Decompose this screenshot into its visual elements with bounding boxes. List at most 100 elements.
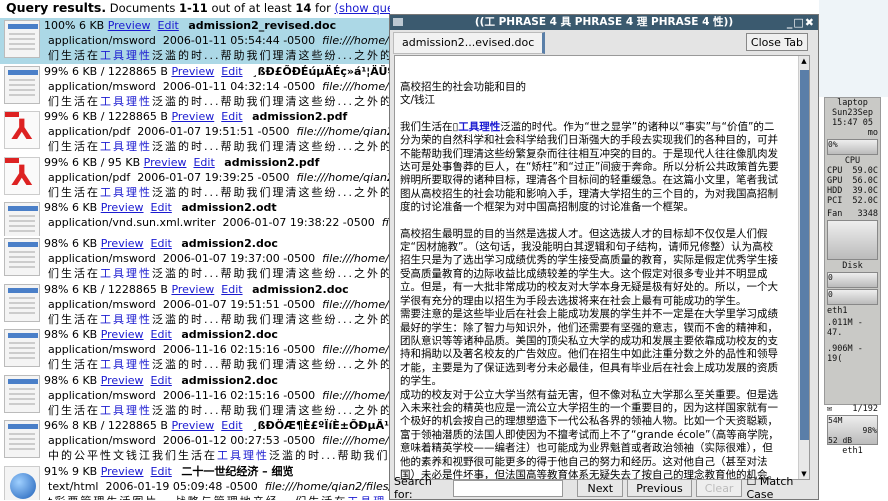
result-url: file:///home/qian2/fi xyxy=(296,170,390,184)
disk-graph: 0 xyxy=(827,289,878,305)
preview-link[interactable]: Preview xyxy=(101,237,144,250)
edit-link[interactable]: Edit xyxy=(151,201,172,214)
tab-bar: admission2...evised.doc Close Tab xyxy=(390,30,818,54)
result-snippet: 们生活在工具理性泛滥的时...帮助我们理清这些纷...之外的 xyxy=(48,140,390,153)
desktop-background xyxy=(819,0,888,97)
edit-link[interactable]: Edit xyxy=(221,110,242,123)
previous-button[interactable]: Previous xyxy=(627,479,692,497)
preview-window: ((工 PHRASE 4 具 PHRASE 4 理 PHRASE 4 性)) _… xyxy=(389,14,819,501)
result-row[interactable]: 98% 6 KB / 1228865 B Preview Edit admiss… xyxy=(0,282,390,328)
preview-link[interactable]: Preview xyxy=(101,328,144,341)
result-url: file:///home/qia xyxy=(322,252,390,265)
document-file-icon xyxy=(4,238,40,276)
result-title: 二十一世纪经济 – 细览 xyxy=(181,464,294,478)
preview-link[interactable]: Preview xyxy=(144,156,187,169)
edit-link[interactable]: Edit xyxy=(221,419,242,432)
fan-graph xyxy=(827,220,878,260)
results-list: Query results. Documents 1-11 out of at … xyxy=(0,0,390,500)
pdf-file-icon: ⅄ xyxy=(4,156,40,195)
vertical-scrollbar[interactable]: ▲ ▼ xyxy=(798,56,809,479)
paragraph: 成功的校友对于公立大学当然有益无害，但不像对私立大学那么至关重要。但是选入未来社… xyxy=(400,388,779,480)
cpu-graph: 0% xyxy=(827,139,878,155)
result-snippet: t彩票管理生活图片...战略与管理地产经...们生活在工具理 xyxy=(44,494,390,501)
close-tab-button[interactable]: Close Tab xyxy=(745,33,808,51)
title-bar[interactable]: ((工 PHRASE 4 具 PHRASE 4 理 PHRASE 4 性)) _… xyxy=(390,15,818,30)
results-title: Query results. xyxy=(6,0,107,15)
preview-link[interactable]: Preview xyxy=(108,19,151,32)
scroll-up-icon[interactable]: ▲ xyxy=(799,57,809,65)
result-snippet: 们生活在工具理性泛滥的时...帮助我们理清这些纷...之外的 xyxy=(48,49,390,62)
result-row[interactable]: 99% 6 KB / 1228865 B Preview Edit ¸ßÐ£ÕÐ… xyxy=(0,64,390,110)
document-file-icon xyxy=(4,20,40,58)
tab-document[interactable]: admission2...evised.doc xyxy=(393,32,546,54)
edit-link[interactable]: Edit xyxy=(151,237,172,250)
result-title: admission2.pdf xyxy=(252,110,348,123)
result-snippet: 们生活在工具理性泛滥的时...帮助我们理清这些纷...之外的 xyxy=(48,312,390,326)
result-title: admission2.doc xyxy=(181,328,278,341)
document-file-icon xyxy=(4,374,40,413)
result-row[interactable]: ⅄ 99% 6 KB / 95 KB Preview Edit admission… xyxy=(0,155,390,201)
result-title: ¸ßÐ£ÕÐÉúµÄÉç»á¹¦ÄÜºÍÄ¿ xyxy=(252,64,390,78)
pdf-file-icon: ⅄ xyxy=(4,111,40,149)
result-row[interactable]: 96% 8 KB / 1228865 B Preview Edit ¸ßÐÖÆ¶… xyxy=(0,418,390,464)
match-case-checkbox[interactable]: ☐ Match Case xyxy=(746,475,818,501)
paragraph: 需要注意的是这些毕业后在社会上能成功发展的学生并不一定是在大学里学习成绩最好的学… xyxy=(400,308,778,388)
search-label: Search for: xyxy=(394,475,432,501)
system-monitor: laptop Sun23Sep 15:47 05 mo 0% CPU CPU 59… xyxy=(824,97,881,456)
window-controls[interactable]: _□✖ xyxy=(787,15,815,30)
result-snippet: 中的公平性文钱江我们生活在工具理性泛滥的时...帮助我们 xyxy=(48,449,390,462)
temp-sensor: HDD 39.0C xyxy=(827,186,878,196)
preview-link[interactable]: Preview xyxy=(101,465,144,478)
result-title: admission2.odt xyxy=(181,201,277,214)
edit-link[interactable]: Edit xyxy=(221,65,242,78)
result-row[interactable]: 98% 6 KB Preview Edit admission2.odt appl… xyxy=(0,200,390,236)
disk-graph: 0 xyxy=(827,272,878,288)
result-row[interactable]: ⅄ 99% 6 KB / 1228865 B Preview Edit admis… xyxy=(0,109,390,155)
document-text-area[interactable]: 高校招生的社会功能和目的 文/钱江 我们生活在▯工具理性泛滥的时代。作为“世之显… xyxy=(394,55,810,480)
scrollbar-thumb[interactable] xyxy=(800,70,809,440)
search-input[interactable] xyxy=(453,479,564,497)
result-title: admission2.doc xyxy=(252,282,349,296)
preview-link[interactable]: Preview xyxy=(171,65,214,78)
temp-sensor: CPU 59.0C xyxy=(827,166,878,176)
result-row[interactable]: 98% 6 KB Preview Edit admission2.doc appl… xyxy=(0,373,390,419)
result-title: admission2.doc xyxy=(181,373,278,387)
result-url: file:///home/qian2/ xyxy=(322,79,390,93)
document-file-icon xyxy=(4,283,40,322)
show-query-link[interactable]: (show query) xyxy=(335,1,391,15)
result-row[interactable]: 98% 6 KB Preview Edit admission2.doc appl… xyxy=(0,327,390,373)
result-row[interactable]: 91% 9 KB Preview Edit 二十一世纪经济 – 细览 text/h… xyxy=(0,464,390,501)
edit-link[interactable]: Edit xyxy=(193,156,214,169)
paragraph: 高校招生最明显的目的当然是选拔人才。但这选拔人才的目标却不仅仅是人们假定“因材施… xyxy=(400,227,778,307)
edit-link[interactable]: Edit xyxy=(151,374,172,387)
result-title: admission2.pdf xyxy=(224,155,320,169)
result-row[interactable]: 100% 6 KB Preview Edit admission2_revise… xyxy=(0,18,390,64)
window-menu-icon[interactable] xyxy=(393,18,403,26)
result-url: file:///home/qia xyxy=(322,388,390,402)
mail-icon: ✉ xyxy=(827,404,833,414)
next-button[interactable]: Next xyxy=(577,479,624,497)
result-snippet: 们生活在工具理性泛滥的时...帮助我们理清这些纷...之外的 xyxy=(48,267,390,280)
preview-link[interactable]: Preview xyxy=(171,283,214,296)
result-title: ¸ßÐÖÆ¶È£ºÏíÈ±ÕÐµÄ¹«Â xyxy=(252,419,390,432)
query-header: Query results. Documents 1-11 out of at … xyxy=(0,0,390,18)
result-snippet: 们生活在工具理性泛滥的时...帮助我们理清这些纷...之外的 xyxy=(48,185,390,199)
result-url: file:///home/qian2/ xyxy=(322,34,390,47)
preview-link[interactable]: Preview xyxy=(171,110,214,123)
clear-button[interactable]: Clear xyxy=(695,479,743,497)
edit-link[interactable]: Edit xyxy=(151,465,172,478)
preview-link[interactable]: Preview xyxy=(101,374,144,387)
edit-link[interactable]: Edit xyxy=(221,283,242,296)
result-snippet: 们生活在工具理性泛滥的时...帮助我们理清这些纷...之外的 xyxy=(48,94,390,108)
result-snippet: 们生活在工具理性泛滥的时...帮助我们理清这些纷...之外的 xyxy=(48,403,390,417)
doc-title: 高校招生的社会功能和目的 xyxy=(400,81,526,93)
document-file-icon xyxy=(4,65,40,104)
edit-link[interactable]: Edit xyxy=(151,328,172,341)
result-url: file:///home/qia xyxy=(322,297,390,311)
edit-link[interactable]: Edit xyxy=(158,19,179,32)
preview-link[interactable]: Preview xyxy=(171,419,214,432)
result-url: file:///home/qian2/files/co xyxy=(264,479,390,493)
result-row[interactable]: 98% 6 KB Preview Edit admission2.doc appl… xyxy=(0,236,390,282)
preview-link[interactable]: Preview xyxy=(101,201,144,214)
highlighted-term: 工具理性 xyxy=(458,120,501,133)
